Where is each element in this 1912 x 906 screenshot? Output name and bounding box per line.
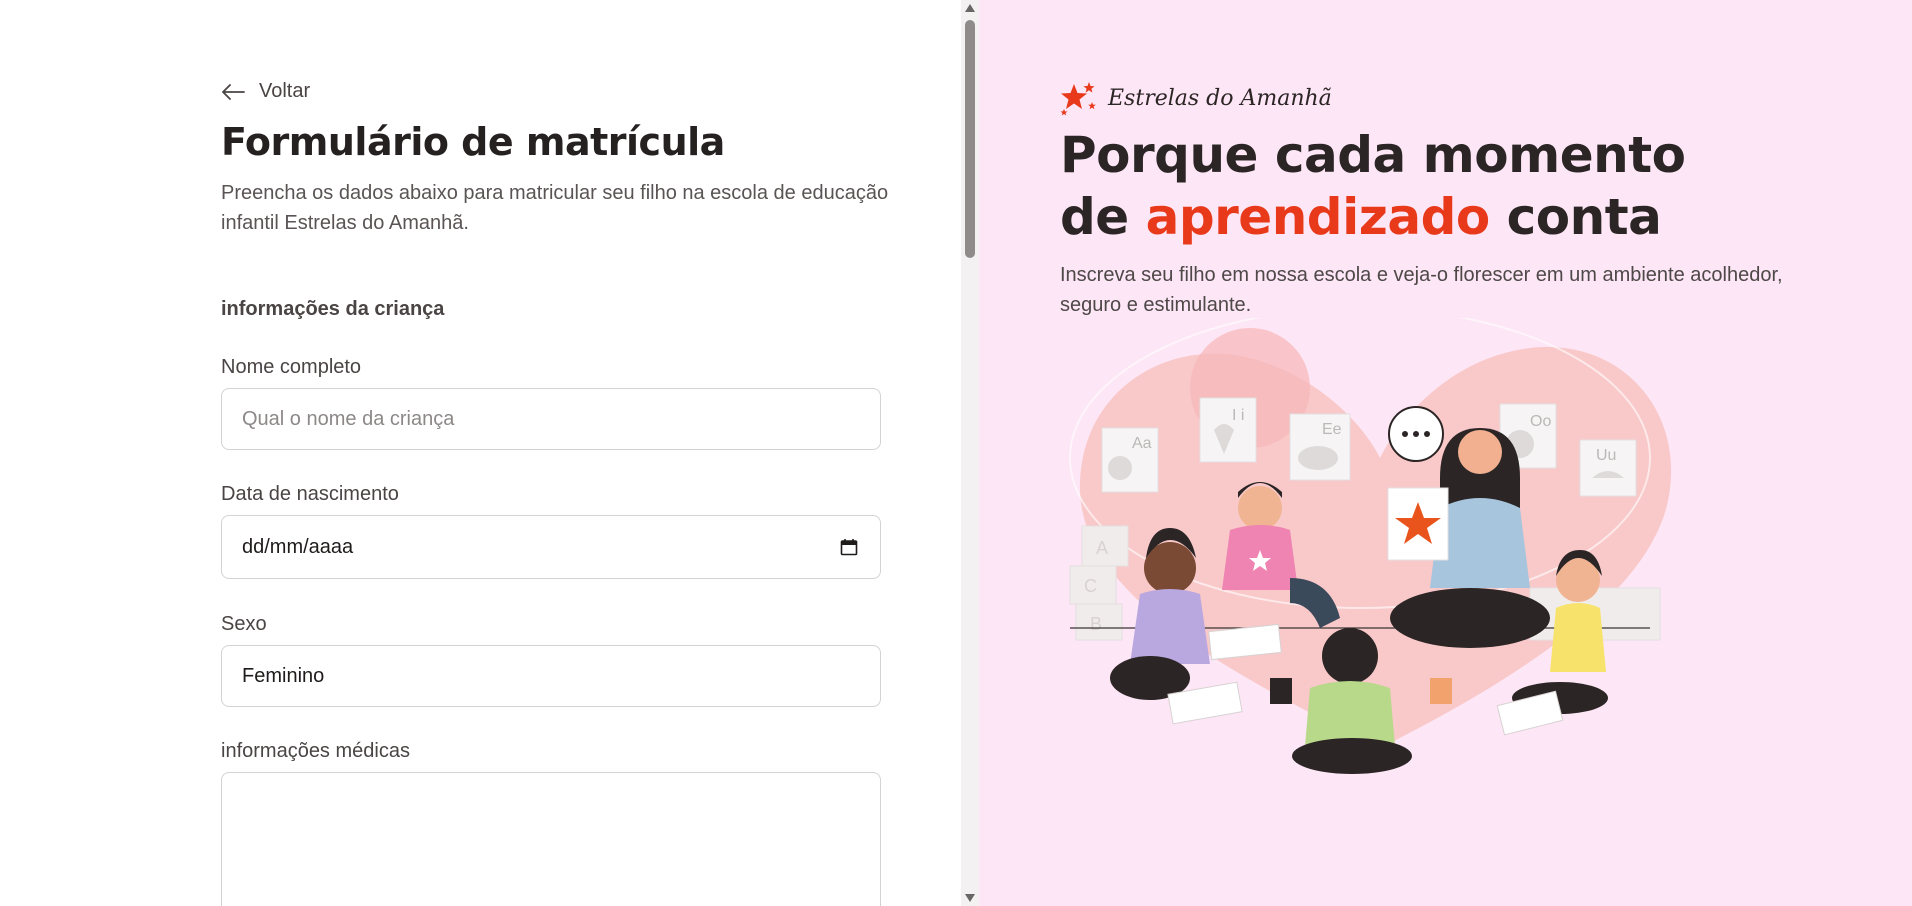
hero-subtitle: Inscreva seu filho em nossa escola e vej… bbox=[1060, 264, 1783, 316]
medical-info-field-label: informações médicas bbox=[221, 740, 410, 762]
svg-text:Oo: Oo bbox=[1530, 413, 1551, 430]
scroll-thumb[interactable] bbox=[965, 20, 975, 258]
name-input[interactable]: Qual o nome da criança bbox=[221, 388, 881, 450]
back-link[interactable]: Voltar bbox=[221, 80, 310, 103]
name-field-label: Nome completo bbox=[221, 356, 362, 378]
sex-select-value: Feminino bbox=[242, 664, 325, 687]
svg-text:I i: I i bbox=[1232, 407, 1244, 424]
letter-blocks: A C B bbox=[1069, 525, 1129, 641]
svg-text:B: B bbox=[1090, 614, 1102, 634]
brand: Estrelas do Amanhã bbox=[1060, 80, 1332, 116]
birthdate-input-value: dd/mm/aaaa bbox=[242, 535, 354, 558]
calendar-icon[interactable] bbox=[840, 538, 858, 556]
page-description: Preencha os dados abaixo para matricular… bbox=[221, 182, 889, 234]
hero-title: Porque cada momento de aprendizado conta bbox=[1060, 124, 1686, 248]
letter-card-ii: I i bbox=[1199, 397, 1257, 463]
hero-pane: Estrelas do Amanhã Porque cada momento d… bbox=[979, 0, 1912, 906]
name-input-placeholder: Qual o nome da criança bbox=[242, 407, 455, 430]
birthdate-input[interactable]: dd/mm/aaaa bbox=[221, 515, 881, 579]
letter-card-uu: Uu bbox=[1579, 439, 1637, 497]
section-heading-child-info: informações da criança bbox=[221, 298, 445, 320]
speech-bubble-icon bbox=[1388, 406, 1444, 462]
page-title: Formulário de matrícula bbox=[221, 120, 725, 164]
medical-info-textarea[interactable] bbox=[221, 772, 881, 906]
hero-title-accent: aprendizado bbox=[1145, 188, 1491, 246]
form-scrollbar[interactable] bbox=[961, 0, 979, 906]
letter-card-ee: Ee bbox=[1289, 413, 1351, 481]
form-pane: Voltar Formulário de matrícula Preencha … bbox=[0, 0, 961, 906]
hero-title-line2-post: conta bbox=[1489, 188, 1662, 246]
svg-text:Ee: Ee bbox=[1322, 421, 1342, 438]
star-logo-icon bbox=[1060, 82, 1096, 116]
svg-text:A: A bbox=[1096, 538, 1108, 558]
svg-text:Aa: Aa bbox=[1132, 435, 1152, 452]
children-learning-illustration: Aa I i Ee Oo Uu A C B bbox=[1069, 318, 1672, 774]
pencil-cup bbox=[1430, 678, 1452, 704]
brand-name: Estrelas do Amanhã bbox=[1108, 85, 1332, 111]
back-link-label: Voltar bbox=[259, 80, 311, 102]
drawing-paper bbox=[1496, 690, 1564, 736]
letter-card-aa: Aa bbox=[1101, 427, 1159, 493]
sex-field-label: Sexo bbox=[221, 613, 267, 635]
svg-text:C: C bbox=[1084, 576, 1097, 596]
svg-text:Uu: Uu bbox=[1596, 447, 1616, 464]
pencil-cup bbox=[1270, 678, 1292, 704]
hero-title-line2: de aprendizado conta bbox=[1060, 186, 1686, 248]
hero-title-line2-pre: de bbox=[1060, 188, 1146, 246]
arrow-left-icon bbox=[222, 83, 245, 100]
scroll-down-arrow-icon[interactable] bbox=[965, 894, 975, 902]
scroll-up-arrow-icon[interactable] bbox=[965, 4, 975, 12]
birthdate-field-label: Data de nascimento bbox=[221, 483, 399, 505]
sex-select[interactable]: Feminino bbox=[221, 645, 881, 707]
hero-title-line1: Porque cada momento bbox=[1060, 126, 1686, 184]
